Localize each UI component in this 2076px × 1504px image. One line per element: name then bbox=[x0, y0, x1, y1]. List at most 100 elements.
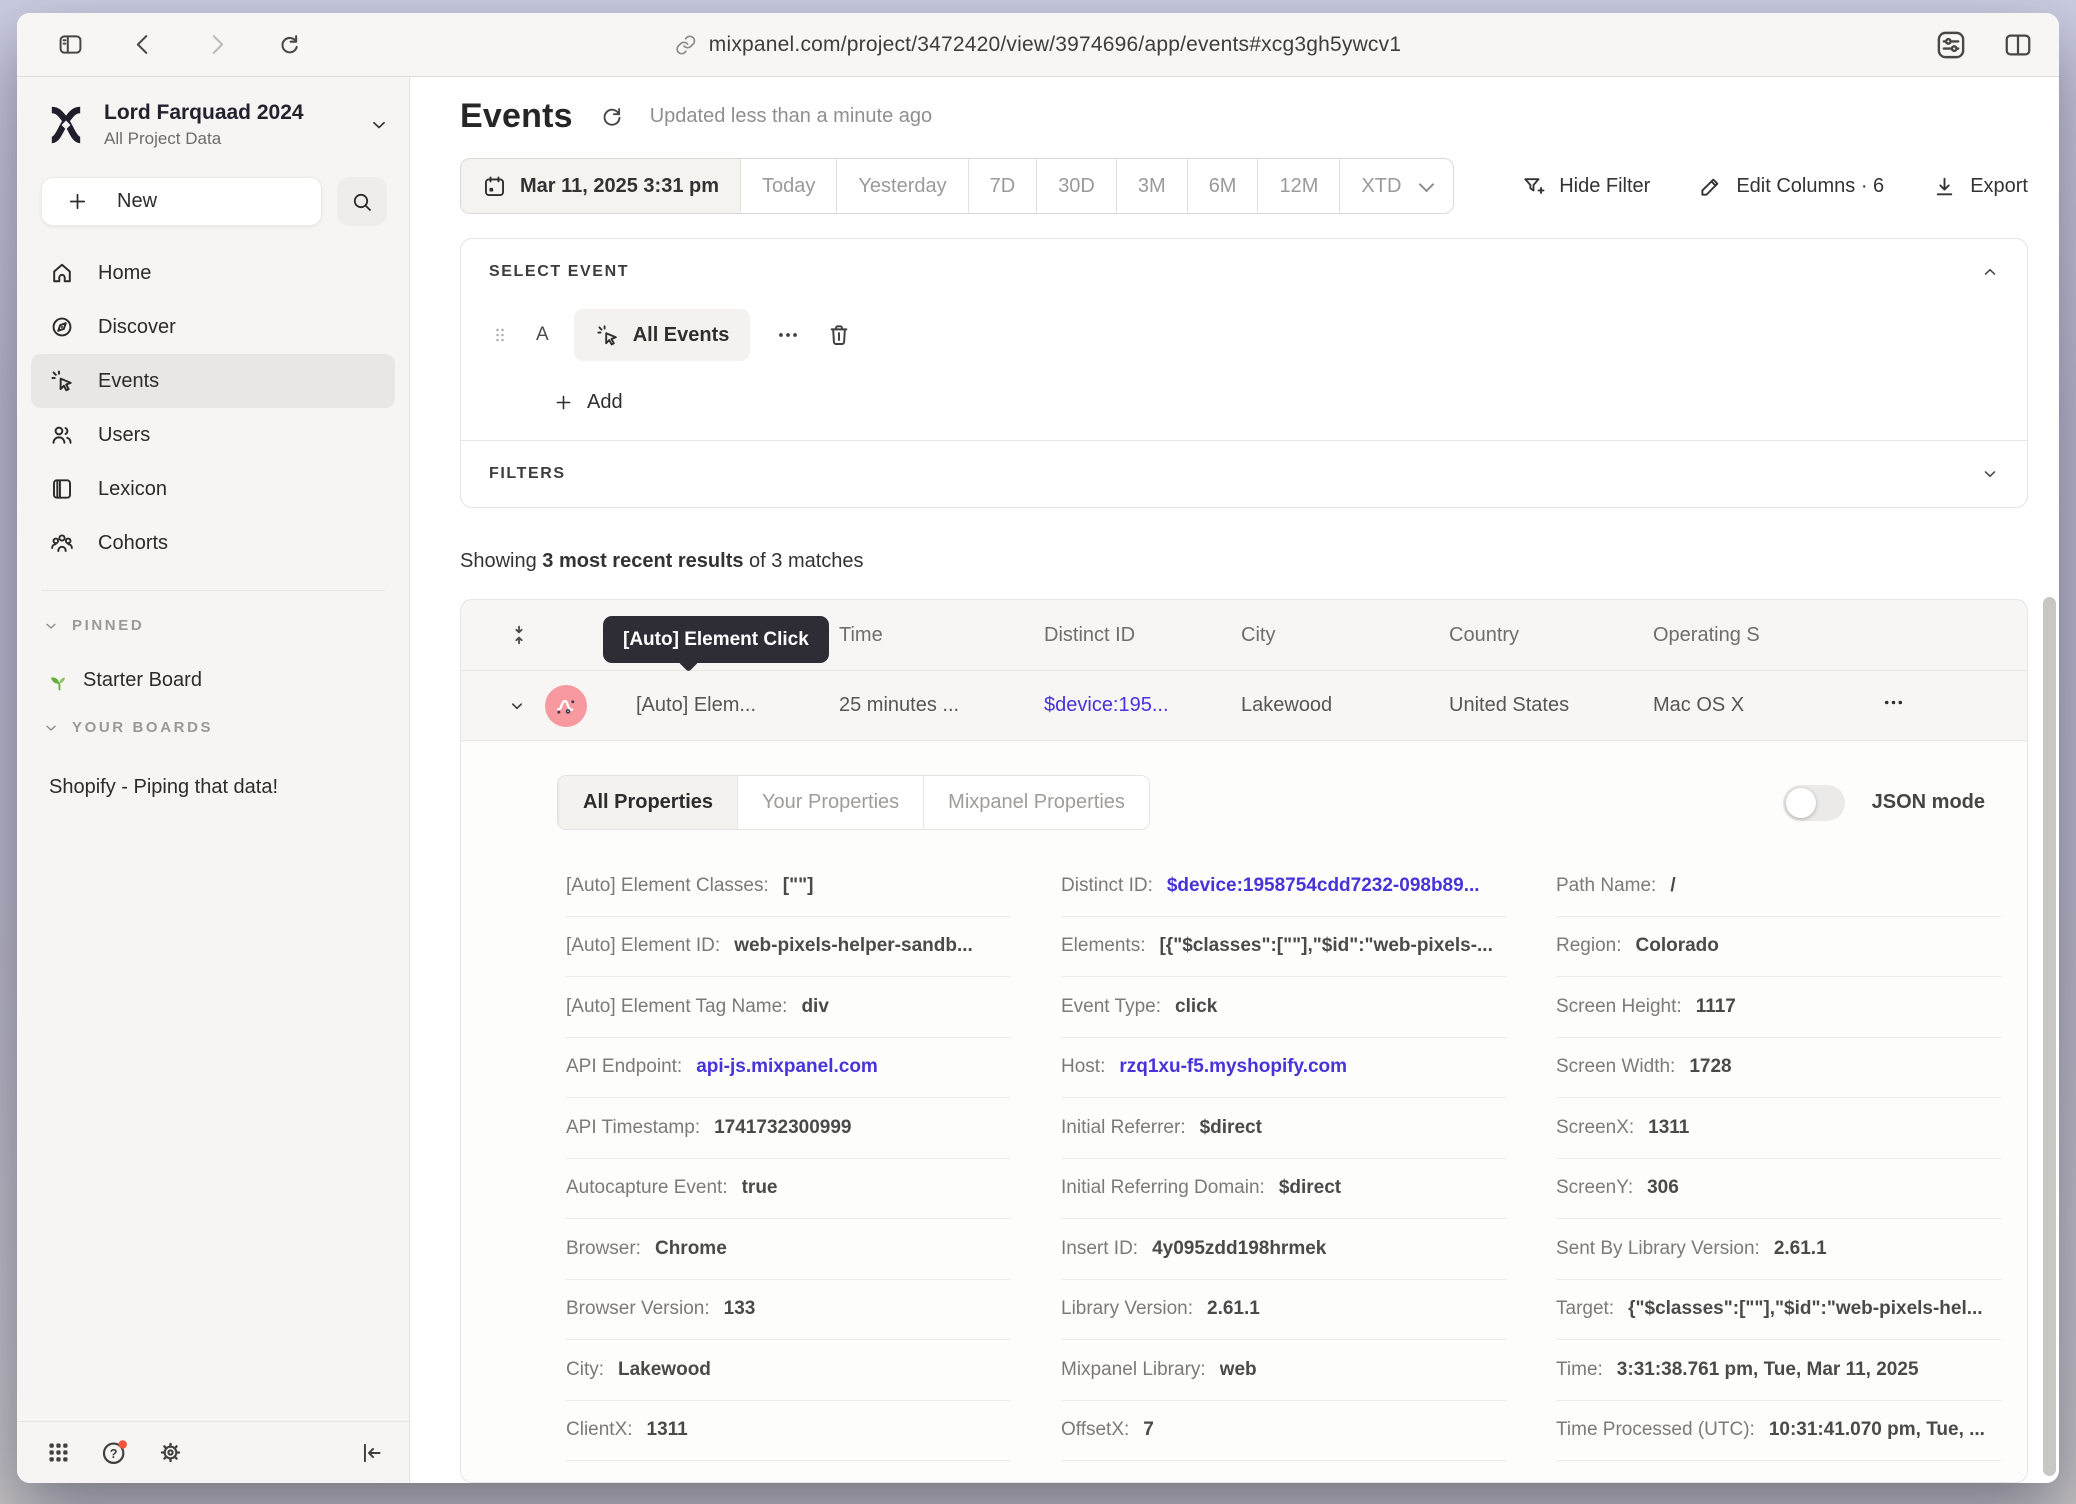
date-range-selected[interactable]: Mar 11, 2025 3:31 pm bbox=[461, 159, 740, 213]
plus-icon bbox=[553, 392, 574, 413]
forward-icon[interactable] bbox=[203, 31, 230, 58]
project-switcher[interactable]: Lord Farquaad 2024 All Project Data bbox=[43, 101, 389, 149]
toggle-knob bbox=[1786, 788, 1816, 818]
property-label: OffsetX: bbox=[1061, 1419, 1129, 1441]
property-value: 1728 bbox=[1689, 1056, 1731, 1078]
property-row: Initial Referring Domain: $direct bbox=[1061, 1159, 1506, 1220]
date-range-segment[interactable]: Yesterday bbox=[836, 159, 967, 213]
properties-tab[interactable]: Your Properties bbox=[737, 776, 923, 829]
row-more-icon[interactable] bbox=[1881, 690, 1906, 715]
export-button[interactable]: Export bbox=[1932, 174, 2028, 199]
drag-handle-icon[interactable] bbox=[489, 322, 511, 348]
chevron-up-icon bbox=[1981, 263, 1999, 281]
date-range-segment[interactable]: 30D bbox=[1036, 159, 1116, 213]
property-value: / bbox=[1670, 875, 1675, 897]
main-content: Events Updated less than a minute ago Ma… bbox=[410, 77, 2059, 1483]
date-range-segment[interactable]: 6M bbox=[1187, 159, 1258, 213]
properties-tab[interactable]: Mixpanel Properties bbox=[923, 776, 1149, 829]
sprout-icon bbox=[47, 668, 72, 693]
pinned-board-item[interactable]: Starter Board bbox=[47, 668, 385, 693]
pencil-icon bbox=[1698, 174, 1723, 199]
date-range-segment[interactable]: 7D bbox=[968, 159, 1037, 213]
property-row: Autocapture Event: true bbox=[566, 1159, 1011, 1220]
property-value: 1117 bbox=[1696, 996, 1736, 1018]
help-icon[interactable]: ? bbox=[100, 1438, 129, 1467]
sidebar-item-label: Discover bbox=[98, 316, 176, 339]
page-scrollbar[interactable] bbox=[2043, 597, 2056, 1476]
gear-icon[interactable] bbox=[157, 1439, 184, 1466]
sidebar-item[interactable]: Discover bbox=[31, 300, 395, 354]
date-range-segment[interactable]: 3M bbox=[1116, 159, 1187, 213]
property-label: Library Version: bbox=[1061, 1298, 1193, 1320]
property-value: div bbox=[801, 996, 828, 1018]
property-label: API Timestamp: bbox=[566, 1117, 700, 1139]
desktop: mixpanel.com/project/3472420/view/397469… bbox=[0, 0, 2076, 1504]
add-event-button[interactable]: Add bbox=[553, 391, 623, 414]
property-value: [""] bbox=[783, 875, 814, 897]
sidebar-item[interactable]: Users bbox=[31, 408, 395, 462]
property-label: Initial Referrer: bbox=[1061, 1117, 1186, 1139]
property-label: Initial Referring Domain: bbox=[1061, 1177, 1265, 1199]
your-boards-section-header[interactable]: YOUR BOARDS bbox=[43, 719, 385, 736]
sidebar-item[interactable]: Events bbox=[31, 354, 395, 408]
column-header-distinct-id[interactable]: Distinct ID bbox=[1036, 624, 1233, 647]
updated-status: Updated less than a minute ago bbox=[650, 105, 932, 128]
event-selector-chip[interactable]: All Events bbox=[574, 309, 751, 361]
cell-distinct-id[interactable]: $device:195... bbox=[1036, 694, 1233, 717]
property-value: 1311 bbox=[1648, 1117, 1689, 1139]
property-label: Path Name: bbox=[1556, 875, 1656, 897]
properties-column-3: Path Name: / Region: Colorado Screen Hei… bbox=[1556, 856, 2001, 1482]
reload-icon[interactable] bbox=[276, 31, 303, 58]
property-label: Insert ID: bbox=[1061, 1238, 1138, 1260]
property-label: City: bbox=[566, 1359, 604, 1381]
trash-icon[interactable] bbox=[826, 322, 852, 348]
sidebar-item[interactable]: Lexicon bbox=[31, 462, 395, 516]
properties-tab[interactable]: All Properties bbox=[558, 776, 737, 829]
column-header-country[interactable]: Country bbox=[1441, 624, 1645, 647]
hide-filter-button[interactable]: Hide Filter bbox=[1521, 174, 1650, 199]
nav-icon bbox=[49, 530, 75, 556]
property-label: Screen Height: bbox=[1556, 996, 1682, 1018]
sidebar-item[interactable]: Cohorts bbox=[31, 516, 395, 570]
property-value: click bbox=[1175, 996, 1217, 1018]
column-header-os[interactable]: Operating S bbox=[1645, 624, 1863, 647]
svg-text:?: ? bbox=[110, 1447, 118, 1461]
new-button[interactable]: New bbox=[41, 177, 322, 226]
property-value: true bbox=[742, 1177, 778, 1199]
link-icon bbox=[675, 34, 697, 56]
property-row: Time Processed (UTC): 10:31:41.070 pm, T… bbox=[1556, 1401, 2001, 1462]
pin-column-icon[interactable] bbox=[507, 623, 531, 647]
column-header-city[interactable]: City bbox=[1233, 624, 1441, 647]
pinned-section-header[interactable]: PINNED bbox=[43, 617, 385, 634]
date-range-segment[interactable]: 12M bbox=[1257, 159, 1339, 213]
board-item[interactable]: Shopify - Piping that data! bbox=[49, 776, 385, 799]
sidebar-item[interactable]: Home bbox=[31, 246, 395, 300]
cell-city: Lakewood bbox=[1233, 694, 1441, 717]
tune-icon[interactable] bbox=[1935, 29, 1967, 61]
split-view-icon[interactable] bbox=[2003, 30, 2033, 60]
collapse-sidebar-icon[interactable] bbox=[359, 1440, 385, 1466]
property-label: Event Type: bbox=[1061, 996, 1161, 1018]
search-button[interactable] bbox=[337, 177, 387, 226]
property-row: Screen Width: 1728 bbox=[1556, 1038, 2001, 1099]
property-label: ScreenY: bbox=[1556, 1177, 1633, 1199]
property-row: Library Version: 2.61.1 bbox=[1061, 1280, 1506, 1341]
sidebar-toggle-icon[interactable] bbox=[57, 31, 84, 58]
date-range-segment[interactable]: XTD bbox=[1339, 159, 1453, 213]
date-range-segment[interactable]: Today bbox=[740, 159, 836, 213]
edit-columns-button[interactable]: Edit Columns · 6 bbox=[1698, 174, 1884, 199]
back-icon[interactable] bbox=[130, 31, 157, 58]
property-label: Browser Version: bbox=[566, 1298, 710, 1320]
apps-grid-icon[interactable] bbox=[45, 1439, 72, 1466]
column-header-time[interactable]: Time bbox=[831, 624, 1036, 647]
more-options-icon[interactable] bbox=[775, 322, 801, 348]
expand-row-icon[interactable] bbox=[507, 696, 527, 716]
select-event-header[interactable]: SELECT EVENT bbox=[489, 263, 1999, 281]
table-row[interactable]: [Auto] Elem... 25 minutes ... $device:19… bbox=[461, 670, 2027, 740]
refresh-icon[interactable] bbox=[599, 104, 624, 129]
filters-header[interactable]: FILTERS bbox=[489, 465, 1999, 483]
sidebar-divider bbox=[41, 590, 385, 591]
address-bar[interactable]: mixpanel.com/project/3472420/view/397469… bbox=[675, 33, 1401, 57]
json-mode-toggle[interactable] bbox=[1783, 785, 1845, 821]
property-label: Time: bbox=[1556, 1359, 1603, 1381]
